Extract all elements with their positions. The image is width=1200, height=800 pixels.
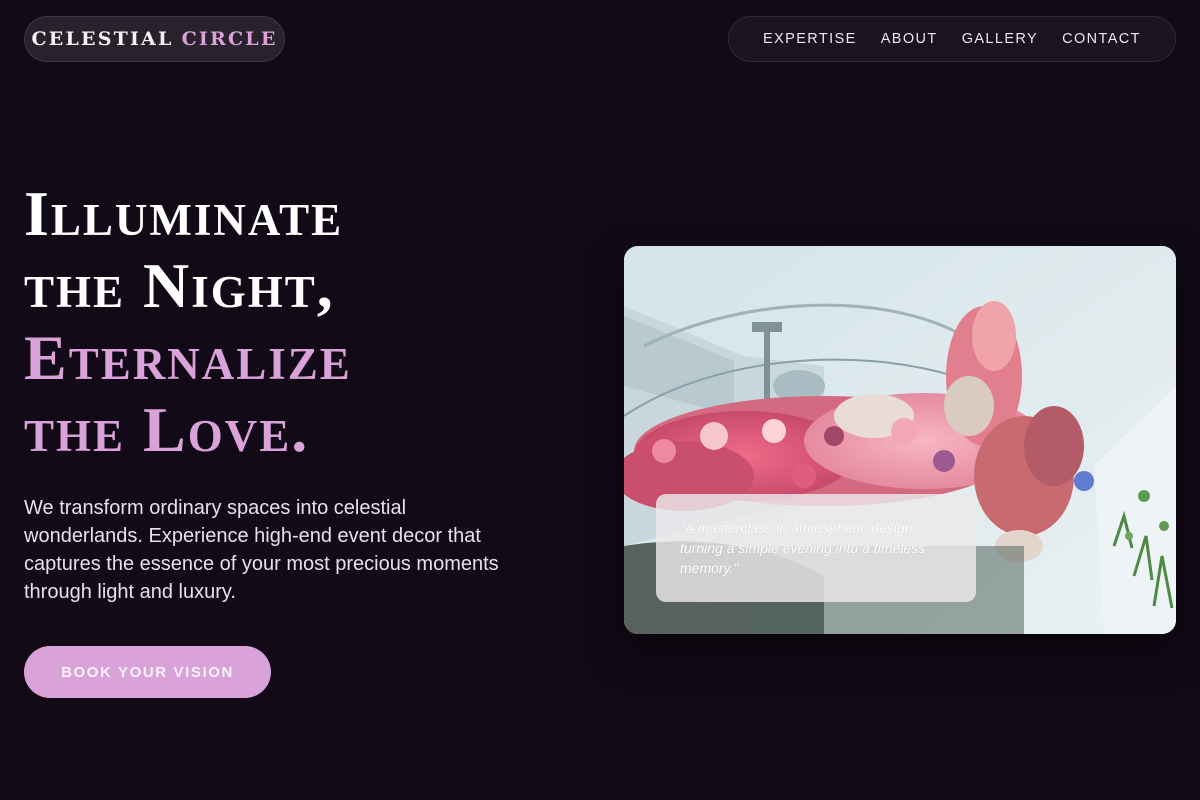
brand-word-circle: CIRCLE [181,28,278,50]
headline-line-1: Illuminate [24,178,344,249]
brand-logo[interactable]: CELESTIAL CIRCLE [24,16,285,62]
headline-line-4: the Love. [24,394,310,465]
nav-link-about[interactable]: ABOUT [881,31,938,47]
hero-headline: Illuminate the Night, Eternalize the Lov… [24,178,584,466]
book-your-vision-button[interactable]: BOOK YOUR VISION [24,646,271,698]
testimonial-quote-text: "A masterclass in atmospheric design, tu… [680,520,926,576]
nav-link-gallery[interactable]: GALLERY [962,31,1038,47]
headline-line-2: the Night, [24,250,335,321]
hero-description: We transform ordinary spaces into celest… [24,497,499,603]
testimonial-quote-card: "A masterclass in atmospheric design, tu… [656,494,976,602]
brand-word-celestial: CELESTIAL [31,28,174,50]
nav-link-contact[interactable]: CONTACT [1062,31,1141,47]
headline-line-3: Eternalize [24,322,352,393]
main-nav: EXPERTISE ABOUT GALLERY CONTACT [728,16,1176,62]
landing-page: CELESTIAL CIRCLE EXPERTISE ABOUT GALLERY… [0,0,1200,800]
nav-link-expertise[interactable]: EXPERTISE [763,31,857,47]
floral-arch-photo: "A masterclass in atmospheric design, tu… [624,246,1176,634]
